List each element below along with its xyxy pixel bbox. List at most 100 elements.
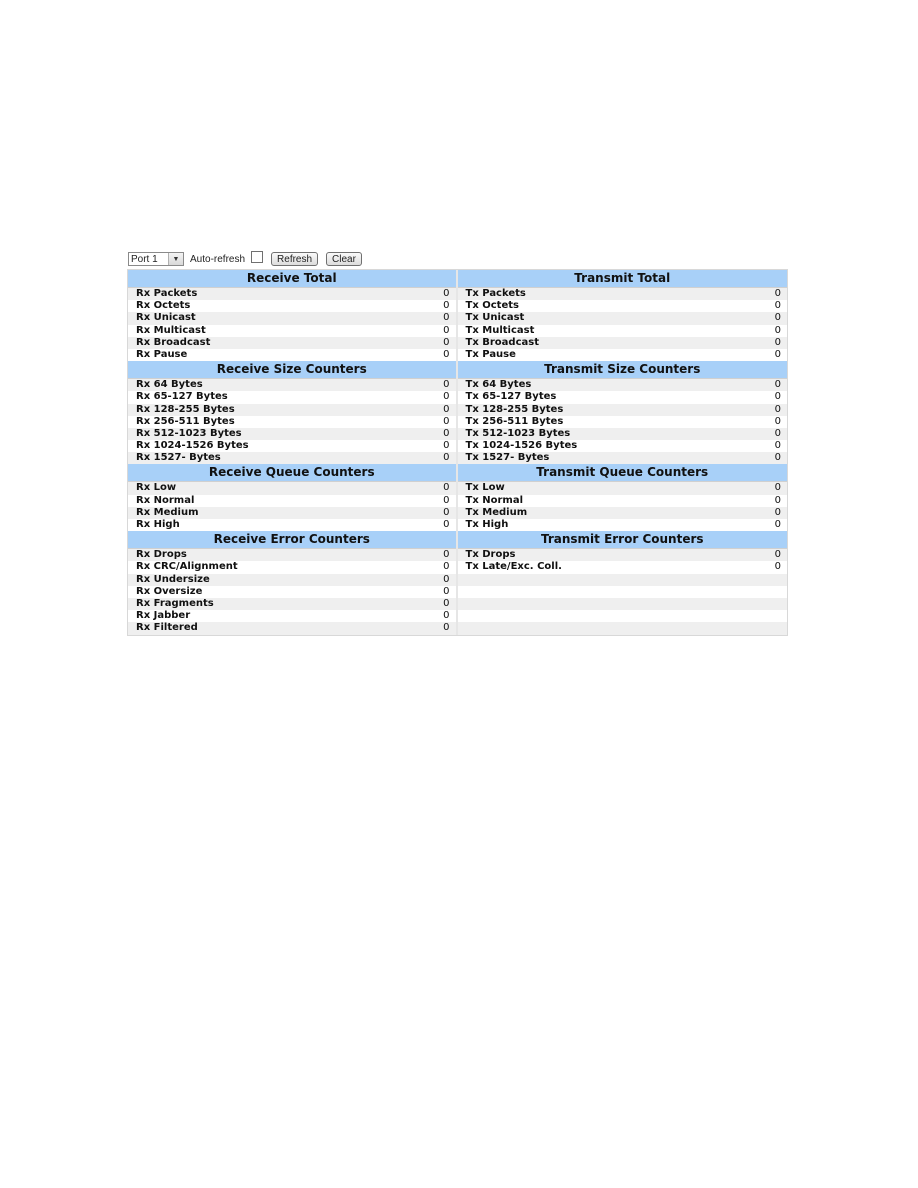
stat-label: Rx 128-255 Bytes xyxy=(136,403,235,415)
transmit-section: Transmit Size Counters Tx 64 Bytes 0 Tx 65-… xyxy=(457,361,787,465)
port-select-value: Port 1 xyxy=(131,253,158,265)
stat-row: Rx Pause 0 xyxy=(128,348,456,362)
transmit-rows: Tx Drops 0 Tx Late/Exc. Coll. 0 xyxy=(457,549,787,635)
stat-label: Rx Normal xyxy=(136,494,195,506)
stat-row: Rx Multicast 0 xyxy=(128,324,456,337)
stat-value: 0 xyxy=(443,312,450,324)
stat-value: 0 xyxy=(443,610,450,622)
stat-row: Rx 512-1023 Bytes 0 xyxy=(128,427,456,441)
stat-label: Tx 128-255 Bytes xyxy=(465,403,564,415)
stat-value: 0 xyxy=(774,452,781,464)
stat-label: Tx Octets xyxy=(465,300,519,312)
stat-row: Rx 64 Bytes 0 xyxy=(128,379,456,392)
stat-value: 0 xyxy=(443,519,450,530)
stat-row: Tx 65-127 Bytes 0 xyxy=(457,391,787,404)
stat-row: Tx 256-511 Bytes 0 xyxy=(457,415,787,428)
stat-label: Tx Medium xyxy=(465,506,528,518)
stat-label: Rx 1024-1526 Bytes xyxy=(136,440,249,452)
stat-label: Rx 256-511 Bytes xyxy=(136,415,235,427)
stat-row: Rx Oversize 0 xyxy=(128,585,456,598)
stat-row: Tx 1024-1526 Bytes 0 xyxy=(457,440,787,453)
stat-row: Rx Unicast 0 xyxy=(128,312,456,325)
stat-value: 0 xyxy=(774,549,781,561)
stat-label: Tx Drops xyxy=(465,549,516,561)
stat-row: Tx Broadcast 0 xyxy=(457,336,787,349)
stat-label: Rx 64 Bytes xyxy=(136,379,203,391)
stat-label: Rx 65-127 Bytes xyxy=(136,391,228,403)
stat-row: Tx 64 Bytes 0 xyxy=(457,379,787,392)
stat-value: 0 xyxy=(443,573,450,585)
stat-value: 0 xyxy=(774,312,781,324)
receive-section-header: Receive Queue Counters xyxy=(128,464,456,483)
auto-refresh-checkbox[interactable] xyxy=(251,251,264,263)
stat-value: 0 xyxy=(443,391,450,403)
stat-value: 0 xyxy=(774,415,781,427)
stat-row: Rx 1024-1526 Bytes 0 xyxy=(128,440,456,453)
stat-value: 0 xyxy=(443,427,450,439)
stat-label: Rx Packets xyxy=(136,288,198,299)
stat-label: Rx High xyxy=(136,519,180,530)
transmit-section: Transmit Total Tx Packets 0 Tx Octets 0 Tx Un… xyxy=(457,270,787,362)
chevron-down-icon[interactable]: ▼ xyxy=(168,253,183,265)
stat-label: Tx 64 Bytes xyxy=(465,379,532,391)
transmit-section: Transmit Queue Counters Tx Low 0 Tx Normal 0… xyxy=(457,464,787,532)
transmit-section-header: Transmit Queue Counters xyxy=(457,464,787,483)
stat-label: Rx Octets xyxy=(136,300,191,312)
stat-row: Rx CRC/Alignment 0 xyxy=(128,561,456,574)
stat-label: Rx Filtered xyxy=(136,622,198,634)
stat-label: Rx Multicast xyxy=(136,324,206,336)
empty-row xyxy=(457,597,787,611)
receive-rows: Rx Drops 0 Rx CRC/Alignment 0 Rx Undersize 0 R… xyxy=(128,549,456,635)
receive-section: Receive Queue Counters Rx Low 0 Rx Normal 0 R… xyxy=(128,464,456,532)
transmit-section: Transmit Error Counters Tx Drops 0 Tx Late/… xyxy=(457,531,787,635)
stat-value: 0 xyxy=(443,585,450,597)
clear-button[interactable]: Clear xyxy=(326,252,362,266)
stat-label: Tx Late/Exc. Coll. xyxy=(465,561,562,573)
stat-value: 0 xyxy=(443,379,450,391)
stat-label: Rx Pause xyxy=(136,348,188,360)
stat-row: Rx 65-127 Bytes 0 xyxy=(128,391,456,404)
receive-section-header: Receive Size Counters xyxy=(128,361,456,380)
stat-label: Rx 512-1023 Bytes xyxy=(136,427,242,439)
stat-row: Tx Multicast 0 xyxy=(457,324,787,337)
stat-row: Rx Low 0 xyxy=(128,482,456,495)
stat-label: Rx Medium xyxy=(136,506,199,518)
toolbar: Port 1 ▼ Auto-refresh Refresh Clear xyxy=(128,250,362,268)
stat-row: Rx 256-511 Bytes 0 xyxy=(128,415,456,428)
stat-value: 0 xyxy=(774,391,781,403)
stat-label: Tx Unicast xyxy=(465,312,525,324)
stat-label: Tx Low xyxy=(465,482,505,494)
stat-value: 0 xyxy=(443,494,450,506)
stat-row: Tx Normal 0 xyxy=(457,494,787,507)
stat-row: Rx Packets 0 xyxy=(128,288,456,301)
stat-value: 0 xyxy=(443,452,450,464)
stat-label: Tx 256-511 Bytes xyxy=(465,415,564,427)
stat-label: Tx 512-1023 Bytes xyxy=(465,427,571,439)
stat-label: Tx Normal xyxy=(465,494,524,506)
receive-section-header: Receive Total xyxy=(128,270,456,288)
stat-value: 0 xyxy=(443,403,450,415)
auto-refresh-label: Auto-refresh xyxy=(190,253,246,265)
stat-value: 0 xyxy=(774,494,781,506)
stat-label: Rx Undersize xyxy=(136,573,210,585)
stat-value: 0 xyxy=(443,597,450,609)
empty-row xyxy=(457,585,787,598)
refresh-button[interactable]: Refresh xyxy=(271,252,319,266)
transmit-rows: Tx Low 0 Tx Normal 0 Tx Medium 0 Tx High 0 xyxy=(457,482,787,532)
transmit-section-header: Transmit Total xyxy=(457,270,787,288)
stat-label: Tx 1527- Bytes xyxy=(465,452,550,464)
stat-row: Tx Unicast 0 xyxy=(457,312,787,325)
stat-value: 0 xyxy=(774,519,781,530)
stat-row: Rx Drops 0 xyxy=(128,549,456,562)
stat-value: 0 xyxy=(443,482,450,494)
stat-row: Rx High 0 xyxy=(128,519,456,532)
stat-value: 0 xyxy=(774,427,781,439)
stat-label: Tx Multicast xyxy=(465,324,535,336)
stat-row: Tx 128-255 Bytes 0 xyxy=(457,403,787,416)
port-select[interactable]: Port 1 ▼ xyxy=(128,252,184,266)
stat-row: Tx Low 0 xyxy=(457,482,787,495)
receive-rows: Rx 64 Bytes 0 Rx 65-127 Bytes 0 Rx 128-255 B… xyxy=(128,379,456,465)
empty-row xyxy=(457,610,787,623)
stat-label: Rx Low xyxy=(136,482,177,494)
stat-value: 0 xyxy=(774,379,781,391)
